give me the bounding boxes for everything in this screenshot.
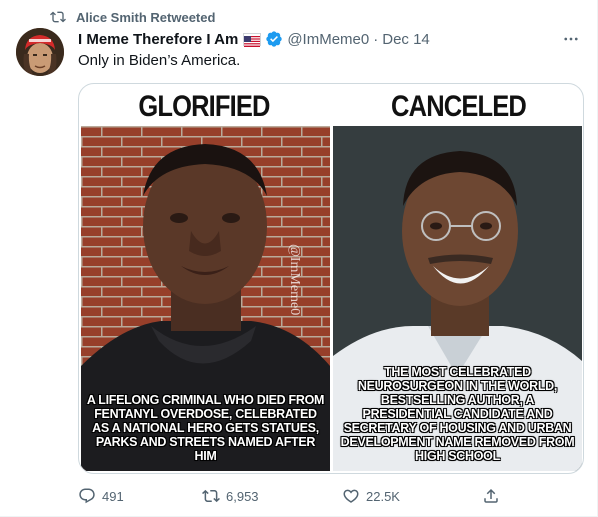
like-count: 22.5K xyxy=(366,488,400,504)
share-button[interactable] xyxy=(482,484,500,508)
meme-left-caption: A lifelong criminal who died from fentan… xyxy=(86,393,325,463)
more-options-icon[interactable] xyxy=(561,30,581,48)
retweet-icon xyxy=(202,489,220,503)
social-context: Alice Smith Retweeted xyxy=(50,8,215,26)
tweet-actions: 491 6,953 22.5K xyxy=(70,484,510,508)
meme-left-title: GLORIFIED xyxy=(138,90,270,123)
meme-right-title: CANCELED xyxy=(391,90,527,123)
retweet-icon xyxy=(50,11,66,23)
header-separator: · xyxy=(373,30,379,48)
avatar-image xyxy=(16,28,64,76)
tweet-date[interactable]: Dec 14 xyxy=(382,31,430,48)
heart-icon xyxy=(343,489,359,503)
retweet-count: 6,953 xyxy=(226,488,259,504)
meme-watermark: @ImMeme0 xyxy=(287,244,302,316)
reply-count: 491 xyxy=(102,488,124,504)
meme-right-caption: The most celebrated neurosurgeon in the … xyxy=(340,365,575,463)
author-handle[interactable]: @ImMeme0 xyxy=(287,31,369,48)
display-name[interactable]: I Meme Therefore I Am xyxy=(78,31,238,48)
meme-right-panel: The most celebrated neurosurgeon in the … xyxy=(333,126,582,471)
tweet-card[interactable]: Alice Smith Retweeted I Meme Therefore I… xyxy=(0,0,598,517)
verified-badge-icon[interactable] xyxy=(265,30,283,48)
tweet-header: I Meme Therefore I Am @ImMeme0 · Dec 14 xyxy=(78,28,581,50)
like-button[interactable]: 22.5K xyxy=(342,484,400,508)
us-flag-icon xyxy=(243,32,262,47)
reply-button[interactable]: 491 xyxy=(78,484,124,508)
social-context-label[interactable]: Alice Smith Retweeted xyxy=(76,10,215,25)
tweet-media[interactable]: GLORIFIED CANCELED A LIFELONG CRIMINAL W… xyxy=(78,83,584,474)
tweet-text: Only in Biden’s America. xyxy=(78,52,241,69)
avatar[interactable] xyxy=(16,28,64,76)
share-icon xyxy=(484,488,498,503)
reply-icon xyxy=(79,488,95,504)
retweet-button[interactable]: 6,953 xyxy=(202,484,259,508)
